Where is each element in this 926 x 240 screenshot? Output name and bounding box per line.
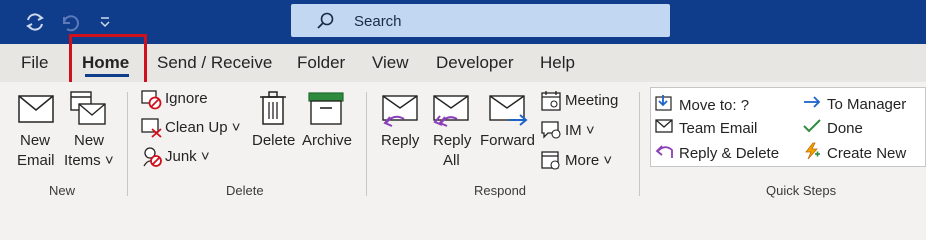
group-label-new: New bbox=[49, 183, 76, 198]
meeting-icon bbox=[540, 90, 562, 117]
forward-button[interactable]: Forward bbox=[480, 131, 535, 151]
reply-all-label-line2: All bbox=[443, 152, 460, 169]
new-email-label-line2: Email bbox=[17, 152, 55, 169]
customize-quick-access-icon[interactable] bbox=[93, 10, 117, 34]
quick-step-reply-delete[interactable]: Reply & Delete bbox=[655, 142, 779, 164]
group-label-respond: Respond bbox=[474, 183, 527, 198]
tab-send-receive[interactable]: Send / Receive bbox=[157, 53, 272, 73]
group-separator bbox=[639, 92, 640, 196]
tab-view[interactable]: View bbox=[372, 53, 409, 73]
search-placeholder: Search bbox=[354, 13, 402, 30]
quick-step-done[interactable]: Done bbox=[803, 118, 863, 138]
clean-up-button[interactable]: Clean Up ˅ bbox=[165, 118, 240, 138]
quick-step-team-email[interactable]: Team Email bbox=[655, 118, 757, 138]
more-respond-icon bbox=[540, 149, 562, 176]
tab-folder[interactable]: Folder bbox=[297, 53, 345, 73]
meeting-button[interactable]: Meeting bbox=[565, 91, 618, 111]
archive-button[interactable]: Archive bbox=[302, 131, 352, 151]
quick-step-to-manager-label: To Manager bbox=[827, 95, 907, 113]
group-separator bbox=[127, 92, 128, 196]
undo-icon[interactable] bbox=[57, 10, 81, 34]
quick-step-done-label: Done bbox=[827, 119, 863, 137]
team-email-icon bbox=[655, 118, 679, 138]
quick-step-create-new[interactable]: Create New bbox=[803, 142, 906, 164]
reply-delete-icon bbox=[655, 142, 679, 164]
ignore-icon bbox=[141, 90, 163, 115]
im-icon bbox=[540, 119, 562, 146]
tab-help[interactable]: Help bbox=[540, 53, 575, 73]
search-icon bbox=[315, 11, 335, 36]
clean-up-icon bbox=[141, 118, 163, 143]
quick-step-create-new-label: Create New bbox=[827, 144, 907, 162]
sync-icon[interactable] bbox=[23, 10, 47, 34]
tab-file[interactable]: File bbox=[21, 53, 48, 73]
new-email-label-line1: New bbox=[20, 132, 51, 149]
junk-button[interactable]: Junk ˅ bbox=[165, 147, 210, 167]
quick-step-team-email-label: Team Email bbox=[679, 119, 758, 137]
tab-developer[interactable]: Developer bbox=[436, 53, 514, 73]
forward-icon bbox=[489, 95, 529, 134]
group-label-delete: Delete bbox=[226, 183, 264, 198]
group-separator bbox=[366, 92, 367, 196]
new-items-label-line1: New bbox=[74, 132, 105, 149]
reply-all-icon bbox=[433, 95, 469, 134]
new-items-icon bbox=[70, 90, 106, 131]
quick-step-move-to-label: Move to: ? bbox=[679, 96, 750, 114]
quick-step-to-manager[interactable]: To Manager bbox=[803, 94, 906, 114]
more-respond-button[interactable]: More ˅ bbox=[565, 151, 612, 171]
lightning-icon bbox=[803, 142, 827, 164]
ignore-button[interactable]: Ignore bbox=[165, 89, 208, 109]
reply-all-label-line1: Reply bbox=[433, 132, 472, 149]
reply-icon bbox=[382, 95, 418, 134]
delete-icon bbox=[259, 90, 287, 131]
checkmark-icon bbox=[803, 118, 827, 138]
new-email-icon bbox=[18, 95, 54, 128]
quick-step-reply-delete-label: Reply & Delete bbox=[679, 144, 780, 162]
home-tab-highlight bbox=[69, 34, 147, 87]
delete-button[interactable]: Delete bbox=[252, 131, 295, 151]
archive-icon bbox=[308, 92, 344, 131]
im-button[interactable]: IM ˅ bbox=[565, 121, 595, 141]
move-to-folder-icon bbox=[655, 94, 679, 116]
quick-step-move-to[interactable]: Move to: ? bbox=[655, 94, 749, 116]
junk-icon bbox=[141, 146, 163, 173]
search-box[interactable]: Search bbox=[291, 4, 670, 37]
new-items-label-line2: Items ˅ bbox=[64, 152, 114, 169]
reply-button[interactable]: Reply bbox=[381, 131, 419, 151]
group-label-quick-steps: Quick Steps bbox=[766, 183, 837, 198]
forward-arrow-icon bbox=[803, 94, 827, 114]
